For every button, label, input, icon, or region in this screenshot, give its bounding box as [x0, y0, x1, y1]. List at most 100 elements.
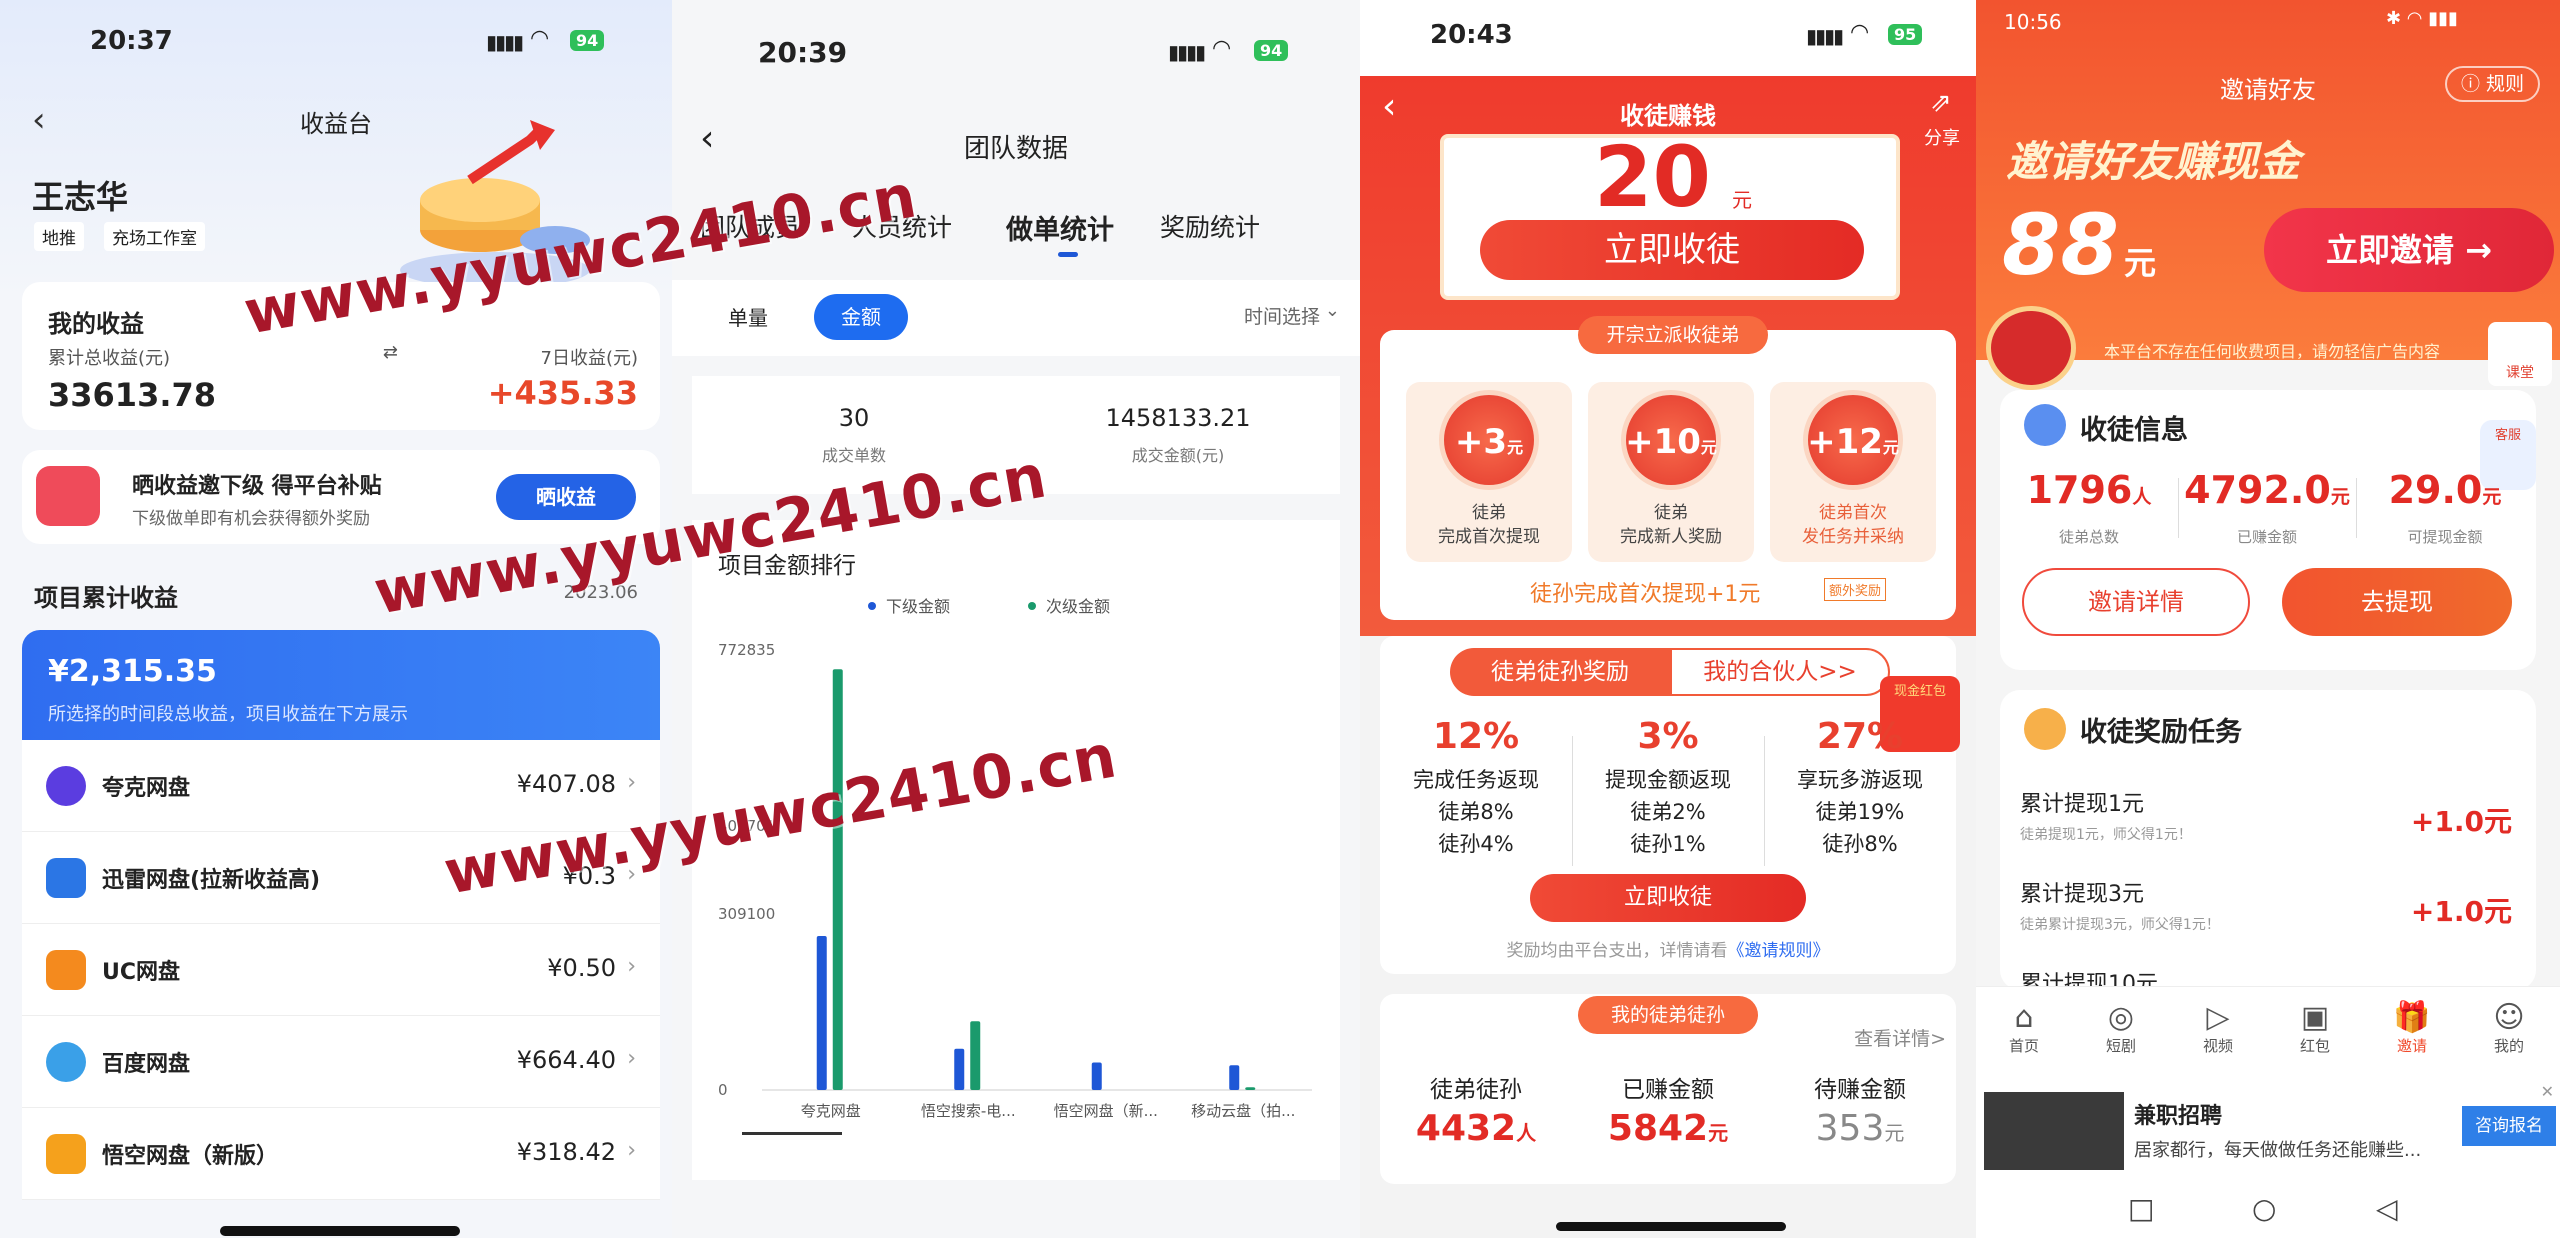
promo-button[interactable]: 晒收益 — [496, 474, 636, 520]
project-row[interactable]: 悟空网盘（新版） ¥318.42 › — [22, 1108, 660, 1200]
pct-b: 徒孙4% — [1438, 832, 1514, 856]
info-label: 徒弟总数 — [2058, 528, 2119, 546]
bonus-line2: 完成首次提现 — [1438, 527, 1540, 547]
section-date[interactable]: 2023.06 — [564, 582, 638, 603]
nav-video[interactable]: ▷ 视频 — [2170, 1000, 2266, 1056]
switch-icon[interactable]: ⇄ — [383, 342, 398, 363]
home-button-icon[interactable]: ○ — [2252, 1192, 2276, 1225]
bonus-item: +10元 徒弟 完成新人奖励 — [1588, 382, 1754, 562]
tab-person-stats[interactable]: 人员统计 — [852, 208, 952, 244]
project-name: 夸克网盘 — [102, 776, 191, 801]
chevron-right-icon: › — [627, 1138, 636, 1163]
task-name: 累计提现1元 — [2020, 792, 2144, 817]
rule-label: 规则 — [2485, 73, 2524, 95]
project-amount: ¥664.40 — [516, 1046, 616, 1074]
project-row[interactable]: UC网盘 ¥0.50 › — [22, 924, 660, 1016]
chevron-right-icon: › — [627, 1046, 636, 1071]
stat-label: 徒弟徒孙 — [1430, 1077, 1522, 1103]
tab-reward-stats[interactable]: 奖励统计 — [1160, 208, 1260, 244]
invite-detail-button[interactable]: 邀请详情 — [2022, 568, 2250, 636]
nav-mine[interactable]: ☺ 我的 — [2461, 1000, 2557, 1056]
share-icon[interactable]: ⇗ — [1930, 88, 1952, 118]
x-tick-label: 移动云盘（拍... — [1191, 1102, 1295, 1120]
project-row[interactable]: 百度网盘 ¥664.40 › — [22, 1016, 660, 1108]
view-detail[interactable]: 查看详情> — [1854, 1024, 1946, 1051]
share-label[interactable]: 分享 — [1924, 124, 1960, 150]
nav-invite[interactable]: 🎁 邀请 — [2364, 1000, 2460, 1056]
ad-image — [1984, 1092, 2124, 1170]
bonus-item: +12元 徒弟首次 发任务并采纳 — [1770, 382, 1936, 562]
project-row[interactable]: 夸克网盘 ¥407.08 › — [22, 740, 660, 832]
task-reward: +1.0元 — [2410, 805, 2512, 838]
bonus-amount: +10 — [1625, 422, 1701, 462]
blue-sub: 所选择的时间段总收益，项目收益在下方展示 — [48, 704, 408, 725]
recruit-button-2[interactable]: 立即收徒 — [1530, 874, 1806, 922]
bonus-line1: 徒弟首次 — [1819, 503, 1887, 523]
tab-team-members[interactable]: 团队成员 — [700, 208, 800, 244]
person-icon: ☺ — [2493, 1000, 2525, 1035]
bonus-line2: 完成新人奖励 — [1620, 527, 1722, 547]
pct-b: 徒孙1% — [1630, 832, 1706, 856]
info-value: 4792.0 — [2184, 468, 2331, 512]
reward-card: 20 元 立即收徒 — [1440, 128, 1900, 300]
y-tick-label: 403701 — [718, 817, 775, 835]
back-nav-icon[interactable]: ◁ — [2376, 1192, 2398, 1225]
seg-amount[interactable]: 金额 — [814, 294, 908, 340]
project-amount: ¥318.42 — [516, 1138, 616, 1166]
bar — [970, 1021, 981, 1090]
rule-link[interactable]: 《邀请规则》 — [1728, 941, 1830, 961]
wifi-icon: ◠ — [530, 26, 550, 51]
legend-marker — [868, 602, 876, 610]
xunlei-icon — [46, 858, 86, 898]
nav-label: 视频 — [2202, 1037, 2233, 1055]
info-unit: 元 — [2482, 486, 2502, 508]
bonus-line1: 徒弟 — [1654, 503, 1688, 523]
week-value: +435.33 — [487, 374, 638, 412]
tab-order-stats[interactable]: 做单统计 — [1006, 208, 1114, 247]
uc-icon — [46, 950, 86, 990]
stat-value: 5842 — [1607, 1108, 1709, 1149]
invite-button[interactable]: 立即邀请 → — [2264, 208, 2554, 292]
seg-count[interactable]: 单量 — [728, 302, 768, 331]
ad-button[interactable]: 咨询报名 — [2462, 1106, 2556, 1146]
bonus-item: +3元 徒弟 完成首次提现 — [1406, 382, 1572, 562]
home-indicator — [1556, 1222, 1786, 1231]
classroom-tag[interactable]: 课堂 — [2488, 322, 2552, 386]
y-tick-label: 772835 — [718, 641, 775, 659]
big-unit: 元 — [1732, 188, 1752, 212]
rule-button[interactable]: ⓘ 规则 — [2444, 66, 2540, 102]
amount-chart: 下级金额 次级金额 772835 403701 309100 0 夸克网盘 悟空搜索-电...… — [718, 597, 1312, 1135]
legend-label: 次级金额 — [1046, 597, 1110, 616]
tag-1: 充场工作室 — [104, 222, 205, 251]
nav-redpack[interactable]: ▣ 红包 — [2267, 1000, 2363, 1056]
battery-icon: 94 — [1254, 40, 1289, 61]
project-name: 百度网盘 — [102, 1052, 191, 1077]
tab-partner[interactable]: 我的合伙人>> — [1670, 648, 1890, 696]
project-amount: ¥407.08 — [516, 770, 616, 798]
tag-0: 地推 — [34, 222, 84, 251]
task-sub: 徒弟累计提现3元，师父得1元！ — [2020, 917, 2220, 933]
nav-drama[interactable]: ◎ 短剧 — [2073, 1000, 2169, 1056]
recruit-button[interactable]: 立即收徒 — [1480, 220, 1864, 280]
status-icons: ✱ ◠ ▮▮▮ — [2386, 8, 2458, 29]
stat-unit: 元 — [1708, 1121, 1729, 1145]
recent-apps-icon[interactable]: □ — [2128, 1192, 2154, 1225]
info-title: 收徒信息 — [2080, 415, 2188, 446]
project-row[interactable]: 迅雷网盘(拉新收益高) ¥0.3 › — [22, 832, 660, 924]
total-label: 累计总收益(元) — [48, 348, 171, 369]
stat-unit: 人 — [1516, 1121, 1537, 1145]
team-data-panel: 20:39 ▮▮▮▮ ◠ 94 ‹ 团队数据 团队成员 人员统计 做单统计 奖励… — [672, 0, 1360, 1238]
time-select[interactable]: 时间选择 — [1244, 302, 1320, 329]
project-name: 迅雷网盘(拉新收益高) — [102, 868, 321, 893]
chevron-down-icon[interactable]: ⌄ — [1325, 300, 1340, 321]
tab-reward[interactable]: 徒弟徒孙奖励 — [1450, 648, 1670, 696]
nav-home[interactable]: ⌂ 首页 — [1976, 1000, 2072, 1056]
blue-amount: ¥2,315.35 — [48, 654, 217, 689]
withdraw-button[interactable]: 去提现 — [2282, 568, 2512, 636]
bonus-amount: +12 — [1807, 422, 1883, 462]
wukong-icon — [46, 1134, 86, 1174]
close-icon[interactable]: ✕ — [2541, 1082, 2554, 1101]
ad-banner[interactable]: 兼职招聘 居家都行，每天做做任务还能赚些... 咨询报名 ✕ — [1976, 1082, 2560, 1180]
promo-banner[interactable]: 晒收益邀下级 得平台补贴 下级做单即有机会获得额外奖励 晒收益 — [22, 450, 660, 544]
redpack-icon — [1986, 306, 2076, 390]
